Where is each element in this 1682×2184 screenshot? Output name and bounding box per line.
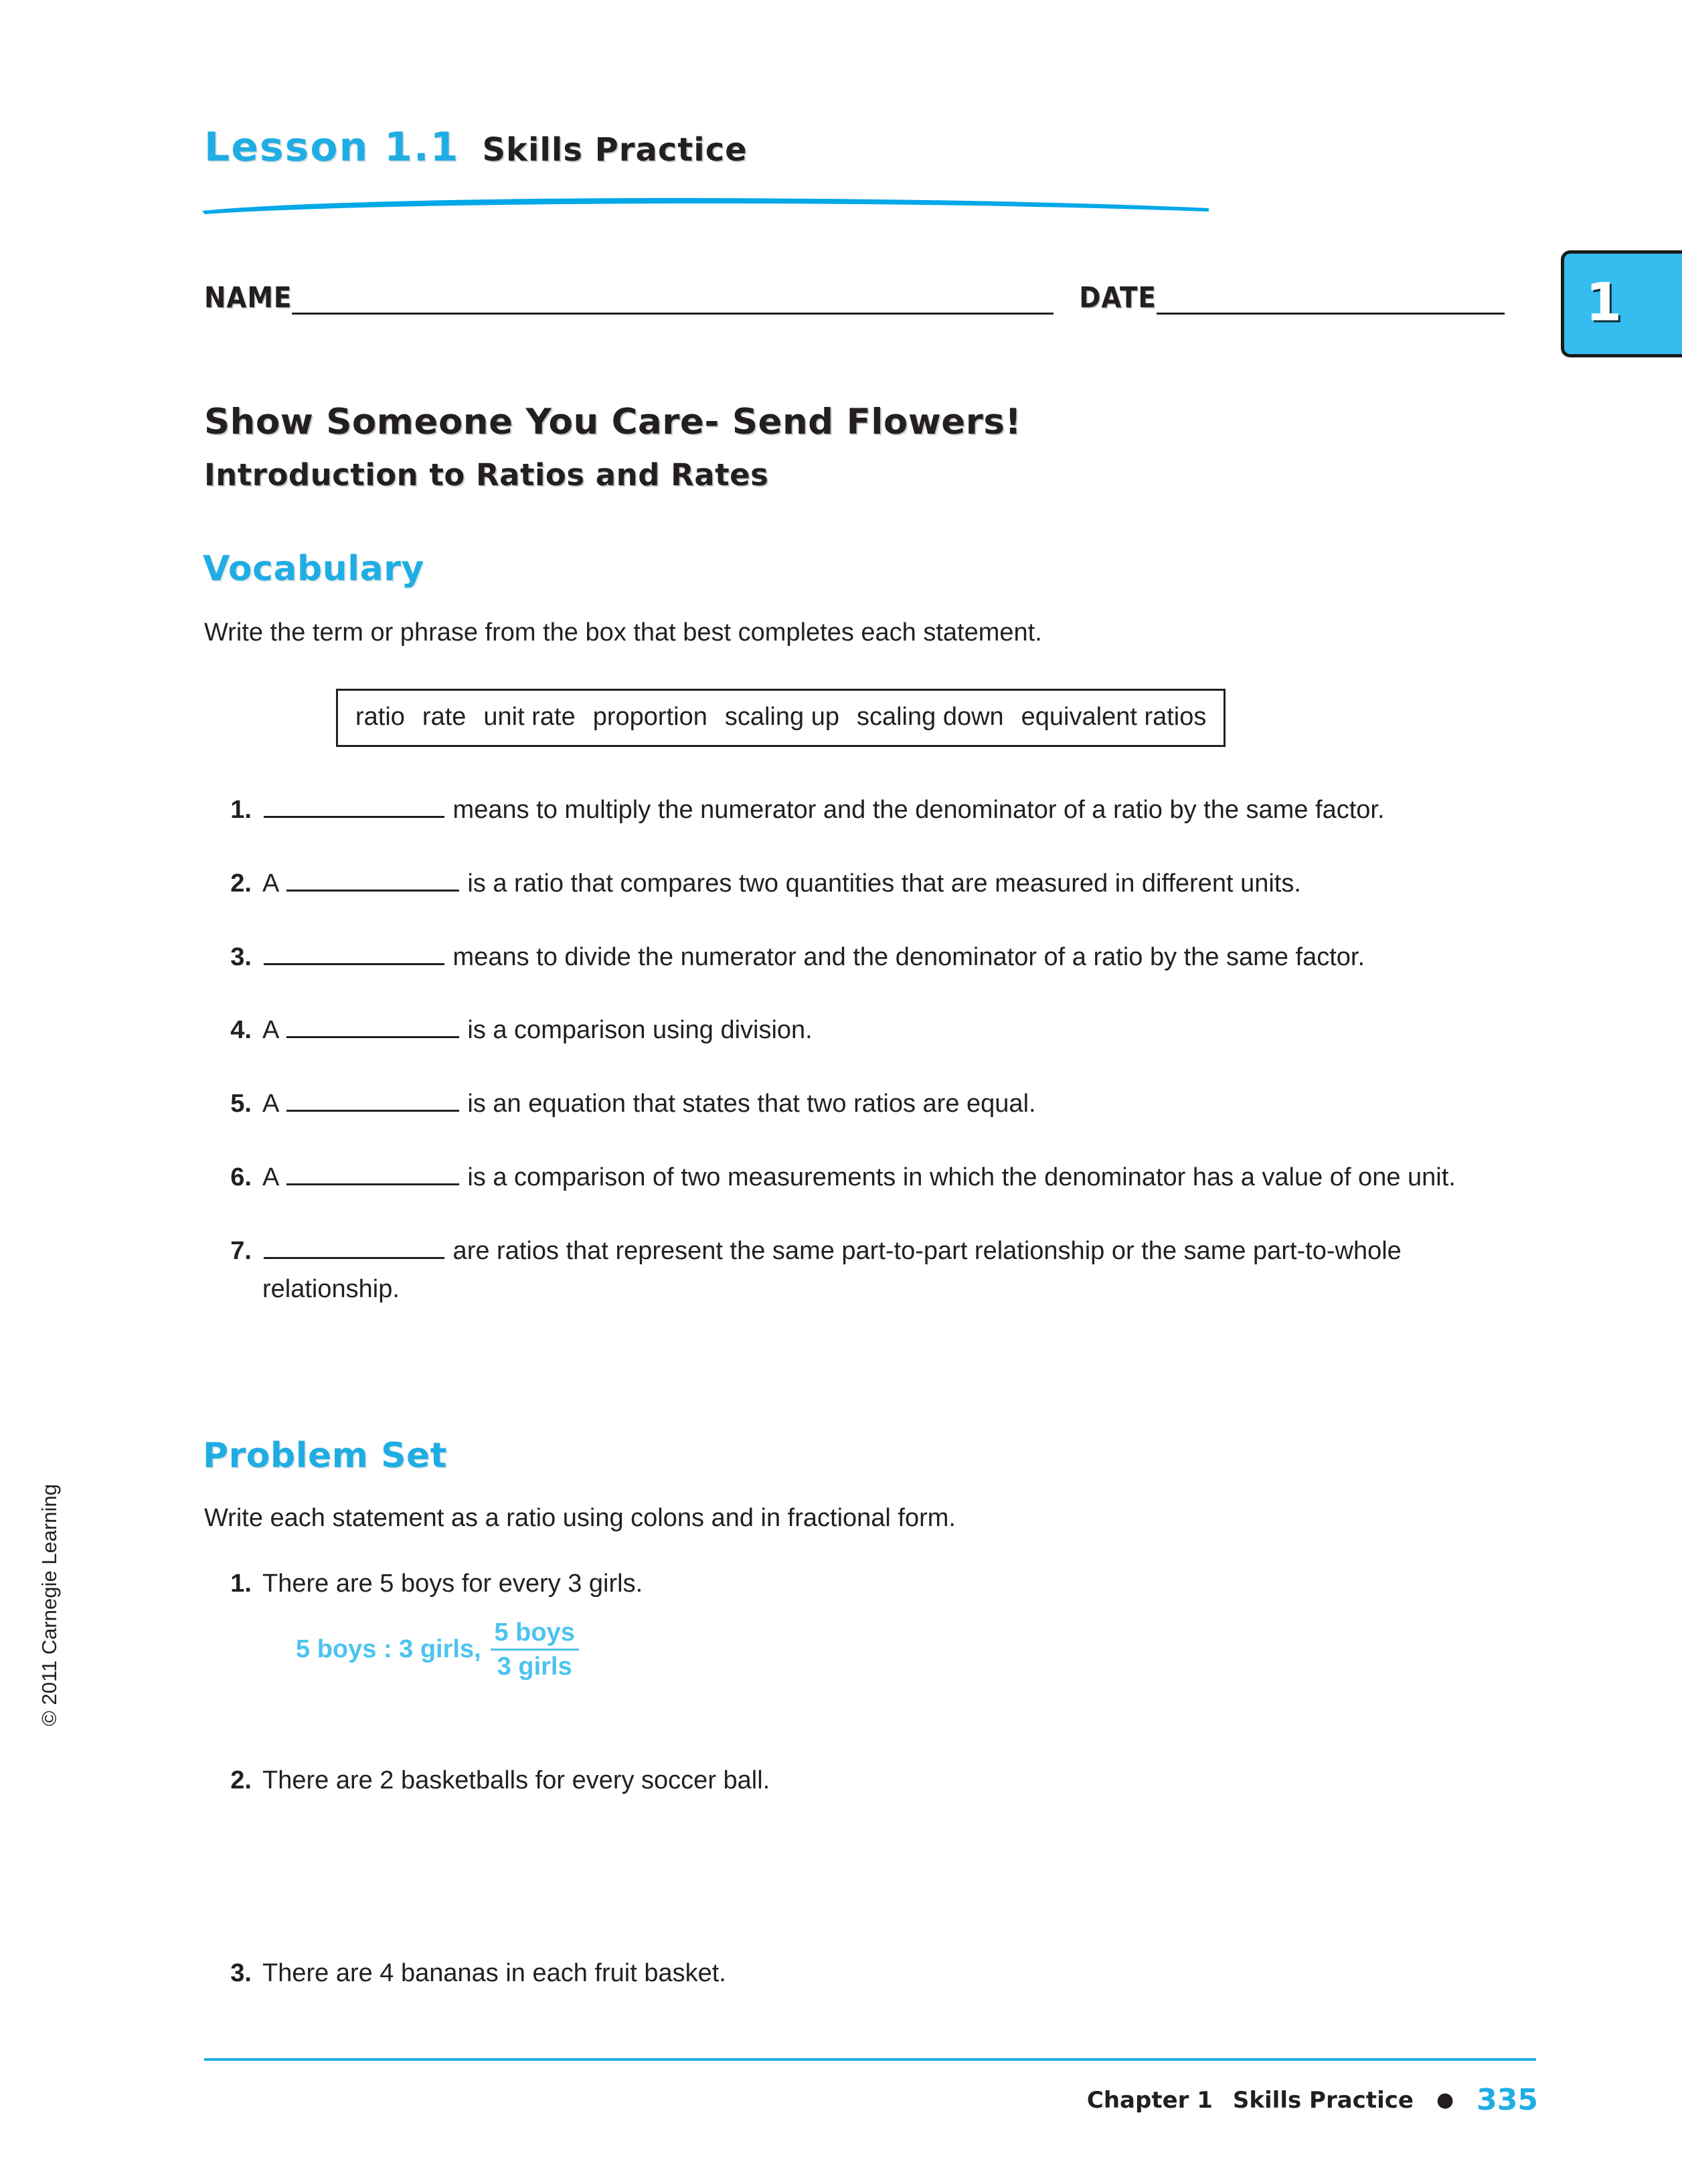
page-title: Show Someone You Care- Send Flowers!	[204, 402, 1022, 442]
item-statement: means to multiply the numerator and the …	[446, 796, 1385, 824]
item-number: 3.	[230, 1958, 252, 1987]
footer-chapter: Chapter 1	[1086, 2086, 1213, 2114]
answer-blank[interactable]	[286, 1161, 459, 1185]
name-input-line[interactable]	[292, 282, 1054, 315]
vocabulary-item: 3. means to divide the numerator and the…	[221, 938, 1513, 977]
word-bank-term: scaling down	[856, 703, 1004, 731]
name-date-row: NAME DATE	[204, 281, 1523, 328]
date-input-line[interactable]	[1156, 282, 1505, 315]
word-bank-terms: ratio rate unit rate proportion scaling up sc…	[355, 703, 1206, 732]
item-text: A is a comparison of two measurements in…	[262, 1159, 1513, 1197]
answer-blank[interactable]	[286, 1087, 459, 1112]
vocabulary-item: 4. A is a comparison using division.	[221, 1011, 1513, 1050]
answer-colon-form: 5 boys : 3 girls,	[296, 1634, 481, 1663]
worksheet-page: 1 Lesson 1.1 Skills Practice NAME DATE Sho…	[0, 0, 1682, 2184]
item-prefix: A	[262, 1090, 285, 1118]
word-bank-term: equivalent ratios	[1021, 703, 1207, 731]
item-number: 4.	[230, 1016, 252, 1045]
word-bank-term: rate	[422, 703, 467, 731]
word-bank-term: scaling up	[724, 703, 839, 731]
word-bank-term: ratio	[355, 703, 405, 731]
lesson-header: Lesson 1.1 Skills Practice	[204, 124, 748, 171]
item-text: means to divide the numerator and the de…	[262, 938, 1513, 977]
item-statement: is an equation that states that two rati…	[460, 1090, 1036, 1118]
fraction-numerator: 5 boys	[494, 1618, 575, 1647]
footer-separator-dot: ●	[1436, 2088, 1454, 2112]
chapter-tab-number: 1	[1585, 272, 1622, 333]
answer-blank[interactable]	[264, 1234, 444, 1259]
vocabulary-item: 7. are ratios that represent the same pa…	[221, 1232, 1513, 1310]
item-statement: is a comparison of two measurements in w…	[460, 1163, 1456, 1191]
header-brush-rule	[202, 197, 1209, 214]
vocabulary-question-list: 1. means to multiply the numerator and t…	[221, 791, 1513, 1309]
answer-fraction: 5 boys 3 girls	[490, 1618, 579, 1681]
item-text: There are 5 boys for every 3 girls.	[262, 1570, 643, 1598]
vocabulary-instruction: Write the term or phrase from the box th…	[204, 618, 1042, 647]
item-text: A is a ratio that compares two quantitie…	[262, 865, 1513, 904]
item-statement: means to divide the numerator and the de…	[446, 942, 1365, 971]
chapter-tab: 1	[1561, 250, 1682, 357]
item-statement: is a comparison using division.	[460, 1016, 813, 1045]
item-text: There are 4 bananas in each fruit basket…	[262, 1958, 726, 1987]
problem-item: 3. There are 4 bananas in each fruit bask…	[221, 1954, 1513, 1993]
item-prefix: A	[262, 1016, 285, 1045]
footer-section: Skills Practice	[1232, 2086, 1414, 2114]
answer-blank[interactable]	[264, 940, 444, 965]
page-footer: Chapter 1 Skills Practice ● 335	[1087, 2083, 1538, 2117]
vocabulary-item: 1. means to multiply the numerator and t…	[221, 791, 1513, 830]
fraction-denominator: 3 girls	[497, 1653, 572, 1681]
lesson-subtitle: Skills Practice	[482, 131, 748, 169]
item-number: 3.	[230, 942, 252, 971]
item-number: 1.	[230, 796, 252, 824]
answer-blank[interactable]	[264, 793, 444, 818]
item-text: are ratios that represent the same part-…	[262, 1232, 1513, 1310]
item-text: means to multiply the numerator and the …	[262, 791, 1513, 830]
item-text: There are 2 basketballs for every soccer…	[262, 1766, 770, 1794]
problem-set-heading: Problem Set	[203, 1436, 448, 1476]
item-statement: is a ratio that compares two quantities …	[460, 869, 1301, 898]
answer-blank[interactable]	[286, 1013, 459, 1039]
item-prefix: A	[262, 1163, 285, 1191]
item-prefix: A	[262, 869, 285, 898]
problem-set-instruction: Write each statement as a ratio using co…	[204, 1504, 956, 1532]
fraction-bar	[490, 1649, 579, 1651]
name-label: NAME	[204, 281, 292, 315]
date-label: DATE	[1079, 281, 1157, 315]
item-text: A is an equation that states that two ra…	[262, 1085, 1513, 1124]
item-number: 7.	[230, 1236, 252, 1265]
answer-blank[interactable]	[286, 867, 459, 892]
worked-answer: 5 boys : 3 girls, 5 boys 3 girls	[296, 1618, 1513, 1681]
item-number: 6.	[230, 1163, 252, 1191]
item-text: A is a comparison using division.	[262, 1011, 1513, 1050]
copyright-notice: © 2011 Carnegie Learning	[37, 1484, 61, 1726]
item-number: 2.	[230, 1766, 252, 1794]
problem-item: 2. There are 2 basketballs for every socc…	[221, 1762, 1513, 1800]
lesson-label: Lesson 1.1	[204, 124, 460, 171]
footer-divider	[204, 2058, 1536, 2061]
word-bank-term: unit rate	[483, 703, 576, 731]
vocabulary-heading: Vocabulary	[203, 549, 424, 589]
page-number: 335	[1477, 2083, 1538, 2117]
problem-set-list: 1. There are 5 boys for every 3 girls. 5 b…	[221, 1565, 1513, 1993]
problem-item: 1. There are 5 boys for every 3 girls. 5 b…	[221, 1565, 1513, 1681]
vocabulary-item: 5. A is an equation that states that two …	[221, 1085, 1513, 1124]
item-number: 5.	[230, 1090, 252, 1118]
vocabulary-item: 2. A is a ratio that compares two quantit…	[221, 865, 1513, 904]
vocabulary-item: 6. A is a comparison of two measurements …	[221, 1159, 1513, 1197]
page-subtitle: Introduction to Ratios and Rates	[204, 457, 769, 493]
word-bank-term: proportion	[592, 703, 707, 731]
item-number: 2.	[230, 869, 252, 898]
word-bank-box: ratio rate unit rate proportion scaling up sc…	[336, 689, 1226, 747]
item-number: 1.	[230, 1570, 252, 1598]
